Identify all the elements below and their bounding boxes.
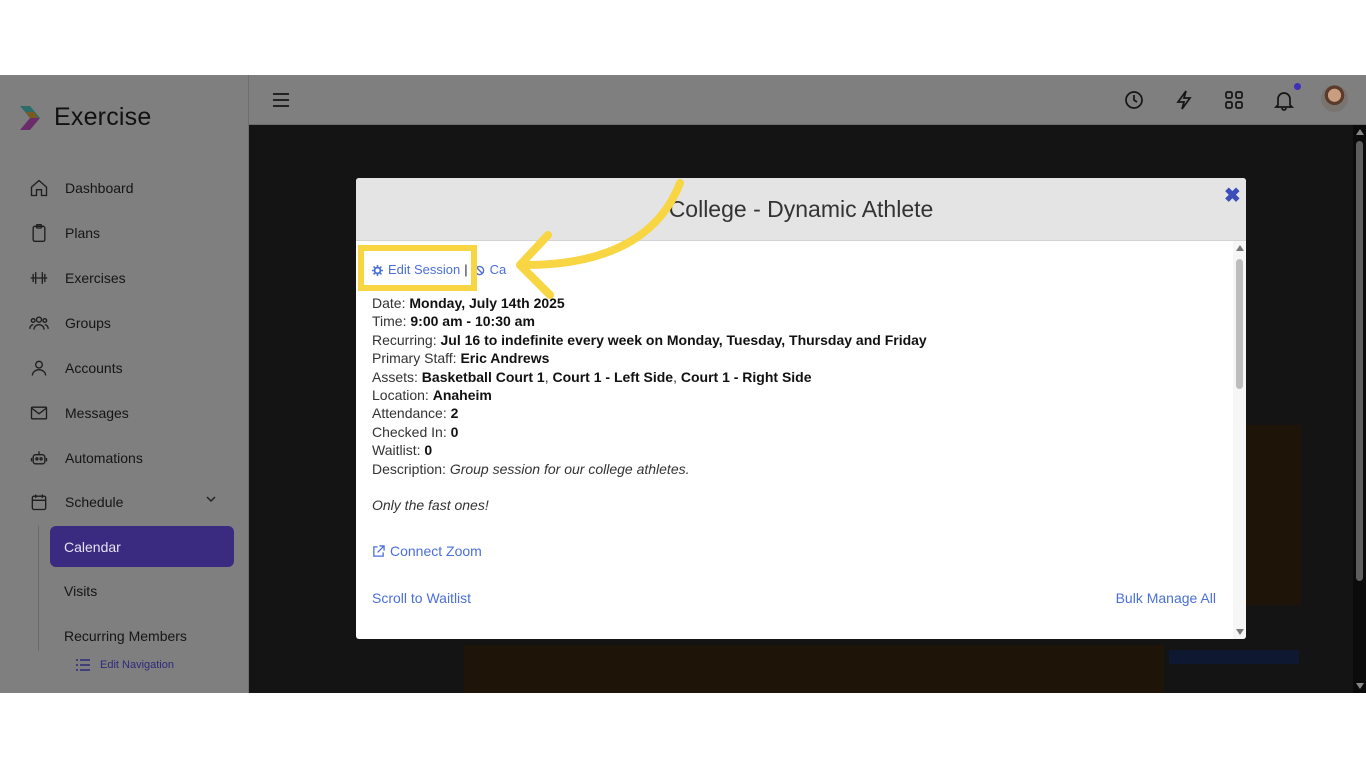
menu-icon[interactable] — [270, 89, 292, 111]
mail-icon — [28, 402, 50, 424]
logo-icon — [18, 104, 44, 132]
scroll-up-arrow[interactable] — [1236, 245, 1244, 251]
sidebar-item-label: Automations — [65, 450, 143, 466]
bulk-manage-all-link[interactable]: Bulk Manage All — [1116, 590, 1216, 606]
scroll-to-waitlist-link[interactable]: Scroll to Waitlist — [372, 590, 471, 606]
highlight-box — [358, 245, 477, 291]
detail-description: Description: Group session for our colle… — [372, 460, 690, 477]
top-bar — [249, 75, 1366, 125]
sidebar-item-label: Messages — [65, 405, 129, 421]
scroll-down-arrow[interactable] — [1356, 683, 1364, 689]
detail-assets: Assets: Basketball Court 1, Court 1 - Le… — [372, 368, 812, 385]
scroll-down-arrow[interactable] — [1236, 629, 1244, 635]
connect-zoom-link[interactable]: Connect Zoom — [372, 542, 1222, 560]
users-icon — [28, 312, 50, 334]
scroll-up-arrow[interactable] — [1356, 129, 1364, 135]
modal-scrollbar[interactable] — [1233, 241, 1246, 639]
sidebar-item-messages[interactable]: Messages — [28, 395, 129, 431]
app-logo[interactable]: Exercise — [18, 103, 151, 132]
detail-primary-staff: Primary Staff: Eric Andrews — [372, 350, 550, 367]
sidebar-item-accounts[interactable]: Accounts — [28, 350, 123, 386]
grid-icon[interactable] — [1223, 89, 1245, 111]
robot-icon — [28, 447, 50, 469]
close-icon[interactable]: ✖ — [1224, 183, 1241, 208]
home-icon — [28, 177, 50, 199]
sidebar-item-label: Schedule — [65, 494, 124, 510]
sidebar-item-label: Exercises — [65, 270, 126, 286]
sidebar-item-groups[interactable]: Groups — [28, 305, 111, 341]
edit-navigation-link[interactable]: Edit Navigation — [75, 657, 174, 673]
submenu-divider — [38, 526, 39, 651]
scroll-thumb[interactable] — [1356, 141, 1363, 581]
scroll-thumb[interactable] — [1236, 259, 1243, 389]
calendar-icon — [28, 491, 50, 513]
session-modal: College - Dynamic Athlete ✖ Edit Session… — [356, 178, 1246, 639]
page-scrollbar[interactable] — [1353, 125, 1366, 693]
list-icon — [76, 659, 90, 671]
sidebar-item-label: Dashboard — [65, 180, 134, 196]
detail-description-extra: Only the fast ones! — [372, 497, 489, 514]
sidebar-item-label: Groups — [65, 315, 111, 331]
connect-zoom-label: Connect Zoom — [390, 542, 482, 559]
calendar-event-block — [1169, 650, 1299, 664]
sidebar-item-automations[interactable]: Automations — [28, 440, 143, 476]
sidebar-item-schedule[interactable]: Schedule — [28, 484, 123, 520]
dumbbell-icon — [28, 267, 50, 289]
detail-location: Location: Anaheim — [372, 387, 492, 404]
detail-time: Time: 9:00 am - 10:30 am — [372, 313, 535, 330]
user-icon — [28, 357, 50, 379]
bolt-icon[interactable] — [1173, 89, 1195, 111]
detail-attendance: Attendance: 2 — [372, 405, 459, 422]
app-screen: Exercise Dashboard Plans Exercises Group… — [0, 75, 1366, 693]
calendar-event-block — [464, 645, 1164, 693]
modal-title: College - Dynamic Athlete — [668, 196, 934, 222]
sidebar-sub-recurring-members[interactable]: Recurring Members — [64, 628, 187, 644]
sidebar-item-plans[interactable]: Plans — [28, 215, 100, 251]
notification-dot — [1294, 83, 1301, 90]
sidebar-sub-calendar[interactable]: Calendar — [50, 526, 234, 567]
sidebar-sub-visits[interactable]: Visits — [64, 583, 97, 599]
sidebar-item-label: Accounts — [65, 360, 123, 376]
clipboard-icon — [28, 222, 50, 244]
detail-checked-in: Checked In: 0 — [372, 423, 459, 440]
detail-recurring: Recurring: Jul 16 to indefinite every we… — [372, 331, 927, 348]
external-link-icon — [373, 544, 385, 557]
sidebar-item-dashboard[interactable]: Dashboard — [28, 170, 134, 206]
app-name: Exercise — [54, 103, 152, 131]
modal-header: College - Dynamic Athlete ✖ — [356, 178, 1246, 241]
avatar[interactable] — [1321, 85, 1348, 112]
clock-icon[interactable] — [1123, 89, 1145, 111]
session-details: Edit Session | Ca Date: Monday, July 14t… — [372, 260, 1222, 560]
sidebar: Exercise Dashboard Plans Exercises Group… — [0, 75, 249, 693]
edit-navigation-label: Edit Navigation — [100, 659, 174, 671]
sidebar-item-exercises[interactable]: Exercises — [28, 260, 126, 296]
chevron-down-icon[interactable] — [204, 492, 218, 506]
detail-waitlist: Waitlist: 0 — [372, 442, 433, 459]
bell-icon[interactable] — [1273, 89, 1295, 111]
annotation-arrow — [516, 179, 684, 299]
sidebar-item-label: Plans — [65, 225, 101, 241]
